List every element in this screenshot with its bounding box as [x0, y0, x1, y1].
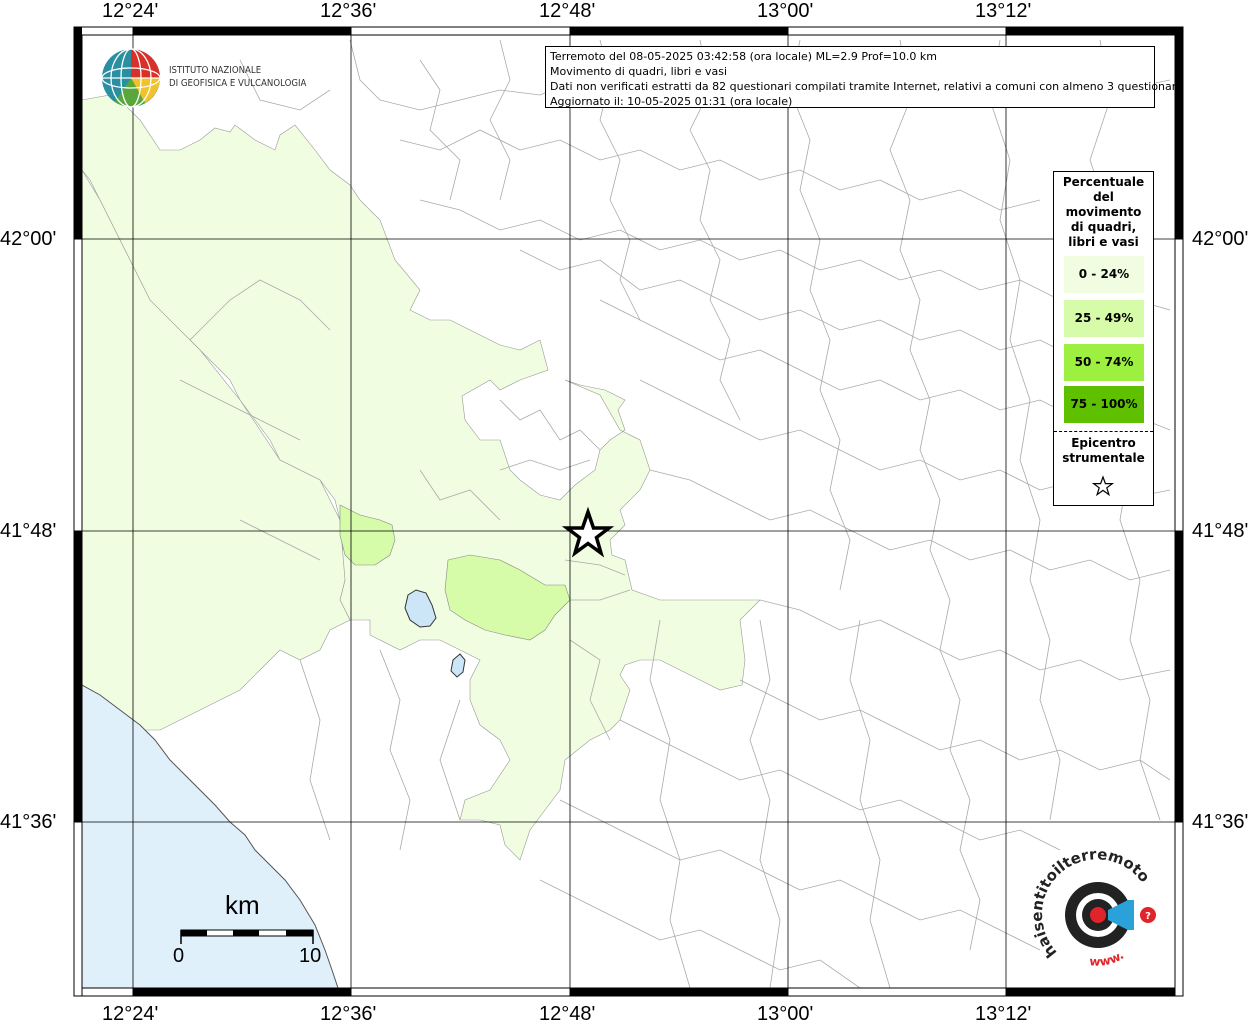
earthquake-info-box: Terremoto del 08-05-2025 03:42:58 (ora l…: [545, 46, 1183, 108]
legend-class-25-49: 25 - 49%: [1064, 300, 1144, 337]
ingv-logo-text: ISTITUTO NAZIONALE DI GEOFISICA E VULCAN…: [169, 64, 306, 90]
legend-epicenter-line: Epicentro: [1071, 436, 1136, 450]
lon-label-bottom-2: 12°36': [320, 1003, 377, 1025]
legend-title-line: Percentuale: [1062, 175, 1145, 189]
lat-label-right-1: 42°00': [1192, 228, 1249, 250]
legend: Percentuale del movimento di quadri, lib…: [1053, 171, 1154, 506]
legend-class-50-74: 50 - 74%: [1064, 344, 1144, 381]
legend-title-line: libri e vasi: [1068, 235, 1139, 249]
lat-label-right-3: 41°36': [1192, 811, 1249, 833]
legend-divider: [1054, 431, 1153, 432]
info-line-data-note: Dati non verificati estratti da 82 quest…: [550, 80, 1183, 93]
legend-epicenter-line: strumentale: [1062, 451, 1145, 465]
legend-class-75-100: 75 - 100%: [1064, 386, 1144, 423]
scale-unit-label: km: [225, 890, 260, 920]
lat-label-left-2: 41°48': [0, 520, 57, 542]
lon-label-bottom-5: 13°12': [975, 1003, 1032, 1025]
lon-label-top-4: 13°00': [757, 0, 814, 22]
lon-label-bottom-3: 12°48': [539, 1003, 596, 1025]
legend-title: Percentuale del movimento di quadri, lib…: [1054, 175, 1153, 250]
lat-label-right-2: 41°48': [1192, 520, 1249, 542]
scale-start-label: 0: [173, 945, 185, 967]
lon-label-top-1: 12°24': [102, 0, 159, 22]
legend-epicenter-label: Epicentro strumentale: [1054, 436, 1153, 466]
scale-end-label: 10: [299, 945, 322, 967]
legend-title-line: di quadri,: [1070, 220, 1137, 234]
lat-label-left-1: 42°00': [0, 228, 57, 250]
lon-label-bottom-4: 13°00': [757, 1003, 814, 1025]
legend-title-line: del: [1093, 190, 1114, 204]
star-icon: [1092, 475, 1114, 497]
lon-label-top-5: 13°12': [975, 0, 1032, 22]
svg-text:?: ?: [1145, 911, 1151, 922]
info-line-parameter: Movimento di quadri, libri e vasi: [550, 65, 728, 78]
info-line-updated: Aggiornato il: 10-05-2025 01:31 (ora loc…: [550, 95, 793, 108]
lon-label-top-3: 12°48': [539, 0, 596, 22]
ingv-logo-line1: ISTITUTO NAZIONALE: [169, 65, 262, 76]
lon-label-top-2: 12°36': [320, 0, 377, 22]
ingv-logo-line2: DI GEOFISICA E VULCANOLOGIA: [169, 78, 307, 89]
legend-title-line: movimento: [1065, 205, 1142, 219]
legend-class-0-24: 0 - 24%: [1064, 256, 1144, 293]
lat-label-left-3: 41°36': [0, 811, 57, 833]
info-line-event: Terremoto del 08-05-2025 03:42:58 (ora l…: [550, 50, 938, 63]
ingv-globe-icon: [101, 48, 161, 108]
intensity-map: ? haisentitoilterremoto.it www.: [0, 0, 1184, 997]
lon-label-bottom-1: 12°24': [102, 1003, 159, 1025]
